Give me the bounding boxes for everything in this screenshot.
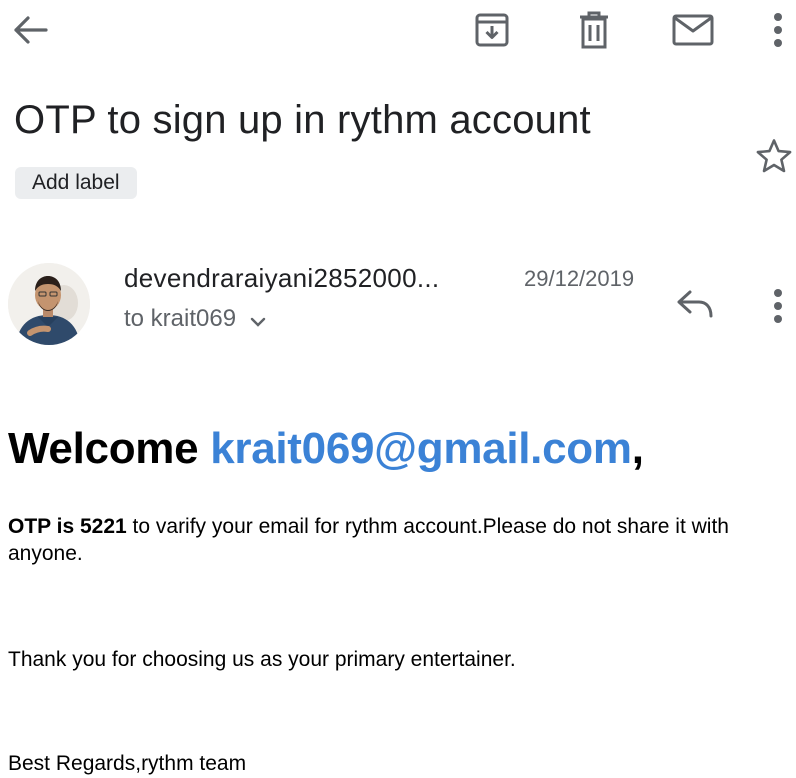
sender-name[interactable]: devendraraiyani2852000...	[124, 263, 439, 294]
archive-icon	[474, 12, 510, 48]
email-date: 29/12/2019	[524, 266, 635, 291]
star-button[interactable]	[752, 134, 796, 178]
trash-icon	[578, 11, 610, 49]
archive-button[interactable]	[468, 6, 516, 54]
otp-paragraph: OTP is 5221 to varify your email for ryt…	[8, 513, 794, 567]
more-options-button[interactable]	[762, 6, 794, 54]
more-vert-icon	[773, 12, 783, 48]
envelope-icon	[672, 14, 714, 46]
back-button[interactable]	[4, 8, 56, 52]
regards-paragraph: Best Regards,rythm team	[8, 752, 247, 775]
thanks-paragraph: Thank you for choosing us as your primar…	[8, 648, 516, 671]
star-outline-icon	[755, 138, 793, 174]
welcome-heading: Welcome krait069@gmail.com,	[8, 424, 644, 474]
delete-button[interactable]	[570, 6, 618, 54]
reply-icon	[676, 289, 714, 319]
chevron-down-icon	[250, 317, 266, 327]
recipient-label: to krait069	[124, 305, 237, 332]
sender-more-button[interactable]	[762, 282, 794, 330]
otp-code: OTP is 5221	[8, 515, 127, 538]
welcome-suffix: ,	[631, 424, 644, 473]
arrow-left-icon	[12, 15, 48, 45]
add-label-button[interactable]: Add label	[15, 167, 137, 199]
welcome-email-link[interactable]: krait069@gmail.com	[210, 424, 632, 473]
mark-unread-button[interactable]	[665, 6, 721, 54]
reply-button[interactable]	[670, 282, 720, 326]
welcome-prefix: Welcome	[8, 424, 211, 473]
email-subject: OTP to sign up in rythm account	[14, 98, 591, 142]
recipient-details-toggle[interactable]: to krait069	[124, 305, 266, 333]
more-vert-icon	[773, 288, 783, 324]
avatar[interactable]	[8, 263, 90, 345]
